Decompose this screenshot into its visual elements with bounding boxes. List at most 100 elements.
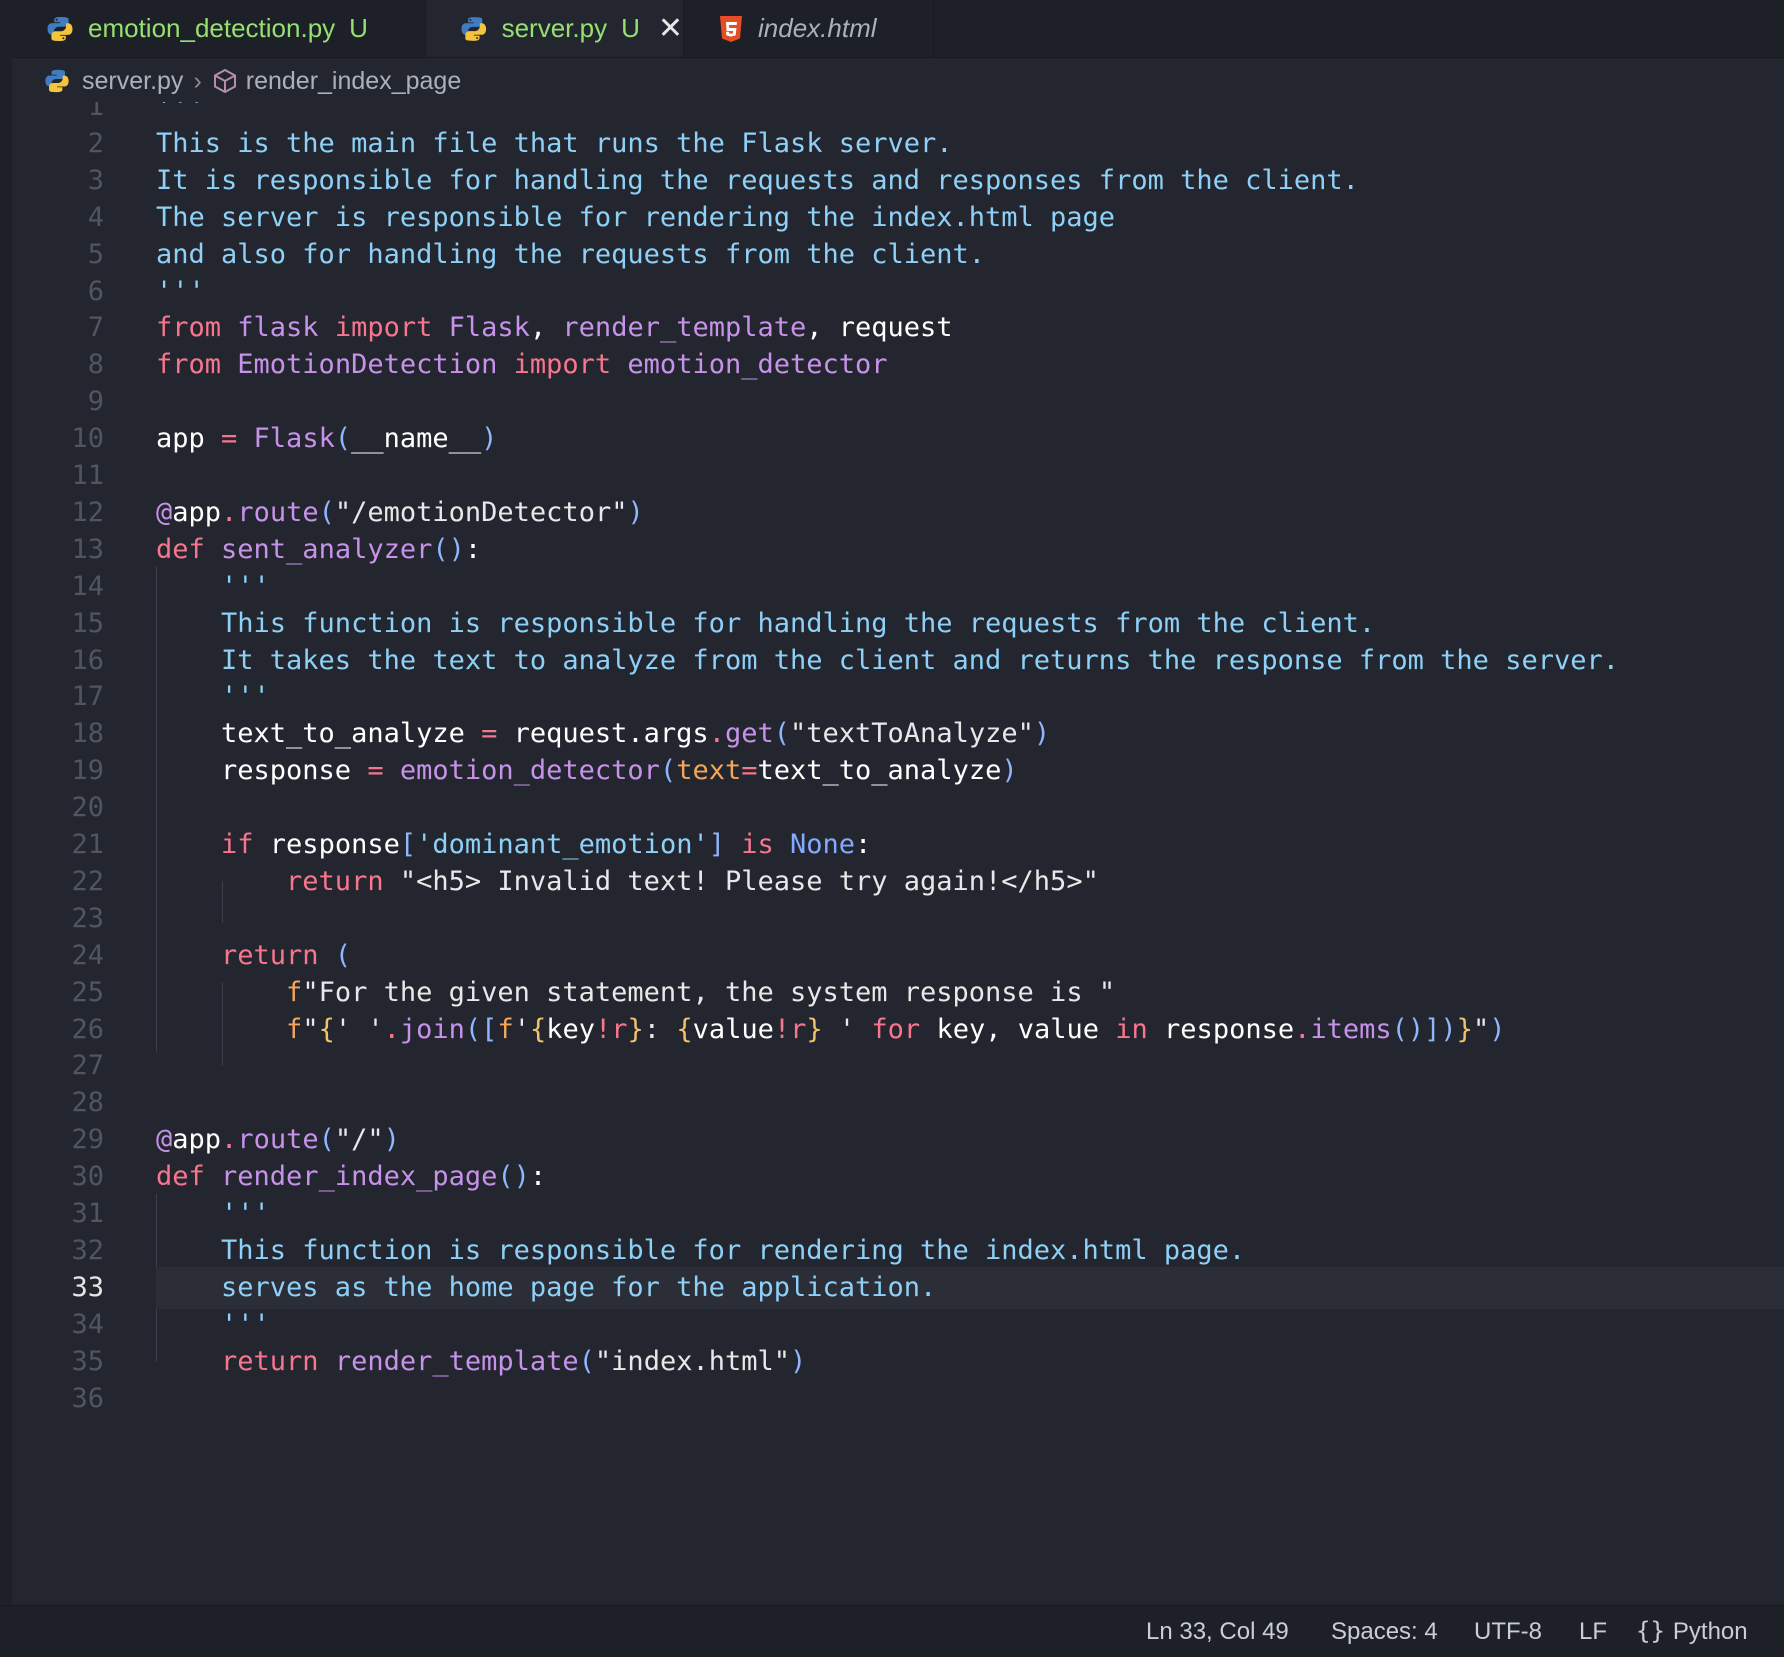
line-number: 28 <box>71 1087 104 1118</box>
code-text: This is the main file that runs the Flas… <box>156 128 953 159</box>
code-line[interactable]: 22 return "<h5> Invalid text! Please try… <box>12 861 1784 903</box>
line-number: 14 <box>71 571 104 602</box>
line-ending[interactable]: LF <box>1579 1606 1607 1657</box>
code-line[interactable]: 18 text_to_analyze = request.args.get("t… <box>12 713 1784 755</box>
code-line[interactable]: 19 response = emotion_detector(text=text… <box>12 750 1784 792</box>
code-line[interactable]: 11 <box>12 455 1784 497</box>
code-text: return ( <box>156 940 352 971</box>
code-text: app = Flask(__name__) <box>156 423 498 454</box>
line-number: 34 <box>71 1309 104 1340</box>
line-number: 3 <box>87 165 104 196</box>
code-line[interactable]: 2 This is the main file that runs the Fla… <box>12 123 1784 165</box>
code-text: @app.route("/emotionDetector") <box>156 497 644 528</box>
code-text: if response['dominant_emotion'] is None: <box>156 829 872 860</box>
code-line[interactable]: 7 from flask import Flask, render_templat… <box>12 307 1784 349</box>
code-line[interactable]: 10 app = Flask(__name__) <box>12 418 1784 460</box>
code-line[interactable]: 13 def sent_analyzer(): <box>12 529 1784 571</box>
code-text: return render_template("index.html") <box>156 1346 807 1377</box>
cursor-position[interactable]: Ln 33, Col 49 <box>1146 1606 1289 1657</box>
html5-icon <box>720 15 742 42</box>
language-mode[interactable]: {} Python <box>1636 1606 1748 1657</box>
code-line[interactable]: 8 from EmotionDetection import emotion_de… <box>12 344 1784 386</box>
line-number: 4 <box>87 202 104 233</box>
line-number: 27 <box>71 1050 104 1081</box>
cube-icon <box>213 68 236 94</box>
line-number: 21 <box>71 829 104 860</box>
line-number: 30 <box>71 1161 104 1192</box>
code-text: return "<h5> Invalid text! Please try ag… <box>156 866 1099 897</box>
code-line[interactable]: 33 serves as the home page for the appli… <box>12 1267 1784 1309</box>
line-number: 9 <box>87 386 104 417</box>
line-number: 17 <box>71 681 104 712</box>
code-text: serves as the home page for the applicat… <box>156 1272 937 1303</box>
line-number: 32 <box>71 1235 104 1266</box>
tab-status: U <box>349 13 368 43</box>
indentation[interactable]: Spaces: 4 <box>1331 1606 1438 1657</box>
code-text: def render_index_page(): <box>156 1161 547 1192</box>
line-number: 13 <box>71 534 104 565</box>
code-text: The server is responsible for rendering … <box>156 202 1116 233</box>
line-number: 7 <box>87 312 104 343</box>
code-line[interactable]: 21 if response['dominant_emotion'] is No… <box>12 824 1784 866</box>
encoding[interactable]: UTF-8 <box>1474 1606 1542 1657</box>
code-line[interactable]: 32 This function is responsible for rend… <box>12 1230 1784 1272</box>
tab-emotion-detection[interactable]: emotion_detection.py U <box>12 0 426 57</box>
line-number: 19 <box>71 755 104 786</box>
code-line[interactable]: 30 def render_index_page(): <box>12 1156 1784 1198</box>
braces-icon: {} <box>1636 1617 1665 1645</box>
code-line[interactable]: 20 <box>12 787 1784 829</box>
code-line[interactable]: 12 @app.route("/emotionDetector") <box>12 492 1784 534</box>
line-number: 33 <box>71 1272 104 1303</box>
code-line[interactable]: 35 return render_template("index.html") <box>12 1341 1784 1383</box>
code-editor[interactable]: 1 ''' 2 This is the main file that runs the… <box>12 102 1784 1604</box>
code-line[interactable]: 14 ''' <box>12 566 1784 608</box>
line-number: 31 <box>71 1198 104 1229</box>
code-line[interactable]: 36 <box>12 1378 1784 1420</box>
line-number: 20 <box>71 792 104 823</box>
line-number: 18 <box>71 718 104 749</box>
breadcrumb-symbol[interactable]: render_index_page <box>246 67 461 96</box>
tab-label: server.py <box>501 13 608 43</box>
code-line[interactable]: 5 and also for handling the requests from… <box>12 234 1784 276</box>
code-text: This function is responsible for renderi… <box>156 1235 1246 1266</box>
code-line[interactable]: 15 This function is responsible for hand… <box>12 603 1784 645</box>
status-bar: Ln 33, Col 49 Spaces: 4 UTF-8 LF {} Pytho… <box>0 1605 1784 1657</box>
code-line[interactable]: 31 ''' <box>12 1193 1784 1235</box>
code-text: ''' <box>156 571 270 602</box>
code-line[interactable]: 34 ''' <box>12 1304 1784 1346</box>
code-line[interactable]: 4 The server is responsible for rendering… <box>12 197 1784 239</box>
code-text: This function is responsible for handlin… <box>156 608 1376 639</box>
code-line[interactable]: 29 @app.route("/") <box>12 1119 1784 1161</box>
code-text: response = emotion_detector(text=text_to… <box>156 755 1018 786</box>
line-number: 36 <box>71 1383 104 1414</box>
language-label: Python <box>1672 1618 1748 1645</box>
line-number: 10 <box>71 423 104 454</box>
code-line[interactable]: 3 It is responsible for handling the requ… <box>12 160 1784 202</box>
code-line[interactable]: 9 <box>12 381 1784 423</box>
breadcrumb-file[interactable]: server.py <box>82 67 183 96</box>
activity-strip <box>0 57 12 1605</box>
code-line[interactable]: 28 <box>12 1082 1784 1124</box>
code-text: ''' <box>156 681 270 712</box>
code-text: and also for handling the requests from … <box>156 239 986 270</box>
tab-index-html[interactable]: index.html <box>684 0 934 57</box>
tab-server[interactable]: server.py U ✕ <box>426 0 684 57</box>
code-line[interactable]: 27 <box>12 1045 1784 1087</box>
tab-label: index.html <box>758 13 877 43</box>
code-text: def sent_analyzer(): <box>156 534 482 565</box>
code-text: text_to_analyze = request.args.get("text… <box>156 718 1051 749</box>
chevron-right-icon: › <box>193 66 202 95</box>
code-line[interactable]: 23 <box>12 898 1784 940</box>
line-number: 25 <box>71 977 104 1008</box>
line-number: 2 <box>87 128 104 159</box>
code-line[interactable]: 24 return ( <box>12 935 1784 977</box>
line-number: 12 <box>71 497 104 528</box>
close-icon[interactable]: ✕ <box>658 11 683 46</box>
tab-status: U <box>621 13 640 43</box>
python-icon <box>461 16 487 41</box>
code-text: ''' <box>156 1309 270 1340</box>
line-number: 5 <box>87 239 104 270</box>
code-line[interactable]: 25 f"For the given statement, the system… <box>12 972 1784 1014</box>
python-icon <box>47 16 73 41</box>
code-line[interactable]: 17 ''' <box>12 676 1784 718</box>
